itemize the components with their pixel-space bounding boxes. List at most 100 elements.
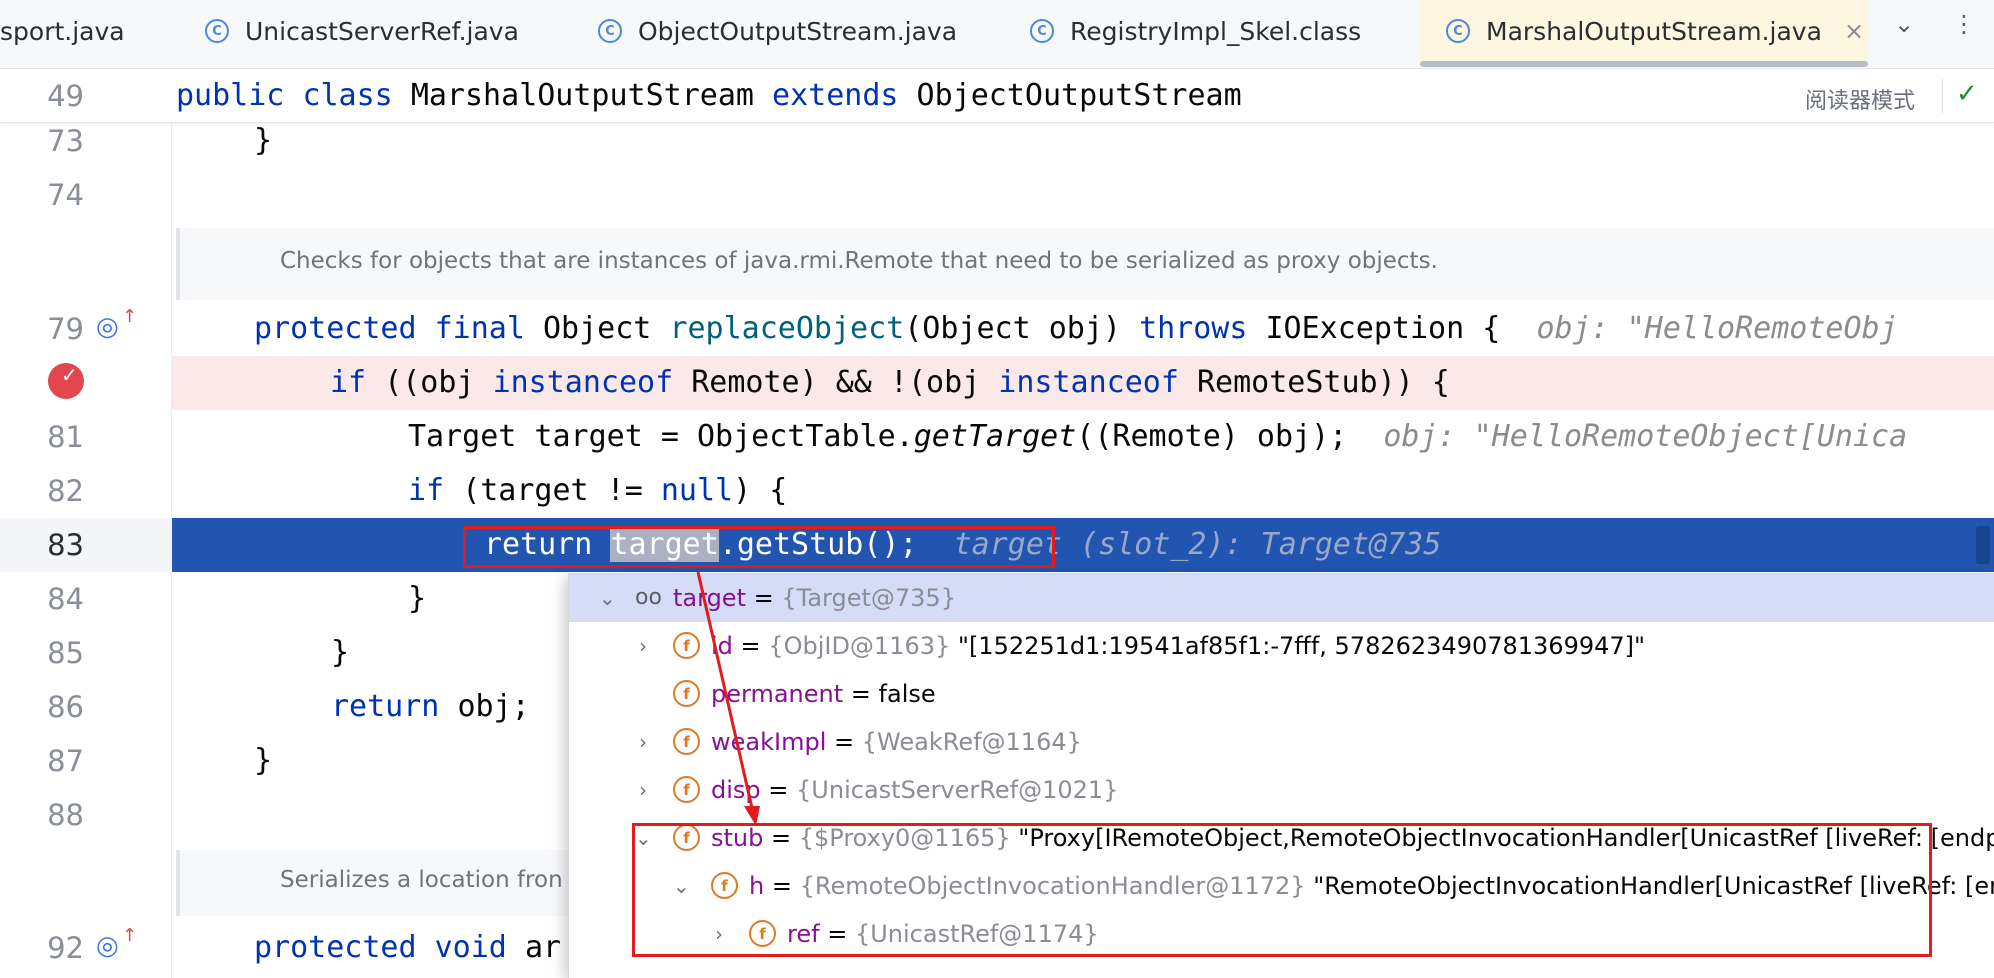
code-text: Remote) && !(obj xyxy=(691,365,981,400)
var-name: id xyxy=(711,632,733,660)
kw: public xyxy=(176,78,285,113)
code-text: Target target = ObjectTable. xyxy=(408,419,914,454)
equals: = xyxy=(740,632,761,660)
var-type: {WeakRef@1164} xyxy=(861,728,1082,756)
equals: = xyxy=(753,584,774,612)
tab-label: UnicastServerRef.java xyxy=(245,16,519,46)
scrollbar-marker xyxy=(1976,526,1990,564)
tab-objectoutputstream-java[interactable]: C ObjectOutputStream.java xyxy=(598,0,957,62)
override-icon[interactable]: ◎ xyxy=(96,312,119,342)
tab-label: MarshalOutputStream.java xyxy=(1486,16,1822,46)
var-name: permanent xyxy=(711,680,844,708)
code-text: } xyxy=(254,743,273,778)
kw: protected xyxy=(254,930,417,965)
type: Object xyxy=(543,311,652,346)
line-number: 82 xyxy=(47,474,84,508)
code-text: ((Remote) obj); xyxy=(1076,419,1348,454)
code-text: } xyxy=(331,635,350,670)
tab-registryimpl-skel-class[interactable]: C RegistryImpl_Skel.class xyxy=(1030,0,1361,62)
breakpoint-icon[interactable]: ✓ xyxy=(48,363,84,399)
code-line-74[interactable]: 74 xyxy=(0,168,1994,222)
kw: null xyxy=(660,473,734,508)
kw: if xyxy=(330,365,367,400)
field-icon: f xyxy=(673,776,700,803)
javadoc-text: Checks for objects that are instances of… xyxy=(280,248,1438,274)
editor-tab-bar: sport.java C UnicastServerRef.java C Obj… xyxy=(0,0,1994,69)
code-line-81[interactable]: 81 Target target = ObjectTable.getTarget… xyxy=(0,410,1994,464)
code-text: ar xyxy=(524,930,562,965)
close-icon[interactable]: × xyxy=(1844,17,1864,45)
active-tab-indicator xyxy=(1420,61,1868,67)
kw: void xyxy=(434,930,507,965)
chevron-right-icon[interactable]: › xyxy=(639,622,647,670)
tree-node-disp[interactable]: › f disp = {UnicastServerRef@1021} xyxy=(569,766,1994,814)
line-number: 88 xyxy=(47,798,84,832)
override-icon[interactable]: ◎ xyxy=(96,931,119,961)
tab-unicastserverref-java[interactable]: C UnicastServerRef.java xyxy=(205,0,519,62)
line-number: 84 xyxy=(47,582,84,616)
var-value: "[152251d1:19541af85f1:-7fff, 5782623490… xyxy=(957,632,1646,660)
kw: if xyxy=(408,473,445,508)
kw: extends xyxy=(772,78,899,113)
line-number: 92 xyxy=(47,931,84,965)
line-number: 74 xyxy=(47,178,84,212)
divider xyxy=(1942,79,1943,113)
line-number: 49 xyxy=(47,79,84,113)
field-icon: f xyxy=(673,632,700,659)
inline-debug-hint: obj: "HelloRemoteObj xyxy=(1536,311,1898,346)
var-type: {UnicastServerRef@1021} xyxy=(796,776,1119,804)
chevron-down-icon[interactable]: ⌄ xyxy=(599,574,616,622)
code-line-79[interactable]: 79 ◎ ↑ protected final Object replaceObj… xyxy=(0,302,1994,356)
reader-mode-button[interactable]: 阅读器模式 xyxy=(1805,83,1915,115)
class-icon: C xyxy=(598,19,622,43)
code-text: (target != xyxy=(462,473,643,508)
params: (Object obj) xyxy=(904,311,1121,346)
tree-node-id[interactable]: › f id = {ObjID@1163} "[152251d1:19541af… xyxy=(569,622,1994,670)
chevron-right-icon[interactable]: › xyxy=(639,718,647,766)
watch-glasses-icon: oo xyxy=(635,585,662,610)
kw: class xyxy=(302,78,393,113)
parent-class: ObjectOutputStream xyxy=(916,78,1242,113)
kw: instanceof xyxy=(492,365,674,400)
static-method: getTarget xyxy=(913,419,1077,454)
code-line-82[interactable]: 82 if (target != null) { xyxy=(0,464,1994,518)
tab-label: RegistryImpl_Skel.class xyxy=(1070,16,1362,46)
arrow-up-icon: ↑ xyxy=(122,306,138,327)
class-icon: C xyxy=(1030,19,1054,43)
chevron-right-icon[interactable]: › xyxy=(639,766,647,814)
equals: = xyxy=(834,728,855,756)
line-number: 81 xyxy=(47,420,84,454)
field-icon: f xyxy=(673,728,700,755)
equals: = xyxy=(850,680,871,708)
var-type: {ObjID@1163} xyxy=(768,632,951,660)
class-icon: C xyxy=(1446,19,1470,43)
javadoc-block[interactable]: Checks for objects that are instances of… xyxy=(176,228,1994,300)
class-icon: C xyxy=(205,19,229,43)
more-options-icon[interactable]: ⋮ xyxy=(1952,10,1976,38)
var-type: {Target@735} xyxy=(781,584,956,612)
tab-marshaloutputstream-java[interactable]: C MarshalOutputStream.java × xyxy=(1420,0,1868,62)
tree-node-permanent[interactable]: f permanent = false xyxy=(569,670,1994,718)
kw: protected xyxy=(254,311,417,346)
inline-debug-hint: obj: "HelloRemoteObject[Unica xyxy=(1383,419,1908,454)
tree-node-weakimpl[interactable]: › f weakImpl = {WeakRef@1164} xyxy=(569,718,1994,766)
kw: return xyxy=(331,689,440,724)
inspection-ok-icon[interactable]: ✓ xyxy=(1956,79,1978,109)
chevron-down-icon[interactable]: ⌄ xyxy=(1894,10,1914,38)
equals: = xyxy=(768,776,789,804)
exception: IOException { xyxy=(1265,311,1501,346)
method-name: replaceObject xyxy=(669,311,905,346)
code-line-83-execution-point[interactable]: return target.getStub(); target (slot_2)… xyxy=(172,518,1994,572)
sticky-class-header[interactable]: 49 public class MarshalOutputStream exte… xyxy=(0,69,1994,123)
tree-node-target[interactable]: ⌄ oo target = {Target@735} xyxy=(569,574,1994,622)
tab-label: sport.java xyxy=(0,16,125,46)
code-text: ) { xyxy=(733,473,788,508)
class-name: MarshalOutputStream xyxy=(410,78,754,113)
line-number: 83 xyxy=(47,528,84,562)
var-name: target xyxy=(673,584,746,612)
line-number: 87 xyxy=(47,744,84,778)
annotation-highlight-box xyxy=(632,823,1932,957)
code-line-80-breakpoint[interactable]: if ((obj instanceof Remote) && !(obj ins… xyxy=(172,356,1994,410)
tab-export-java[interactable]: sport.java xyxy=(0,0,125,62)
kw: throws xyxy=(1139,311,1248,346)
